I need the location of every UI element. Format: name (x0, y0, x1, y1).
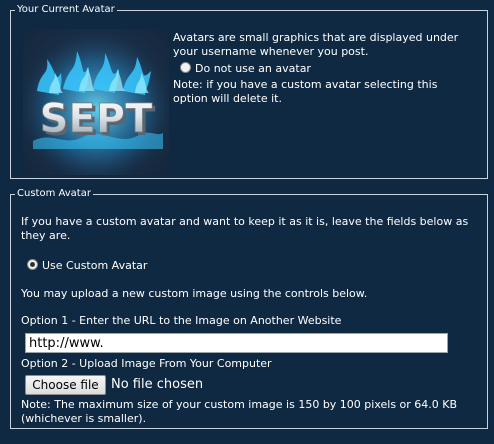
no-avatar-note: Note: if you have a custom avatar select… (173, 78, 438, 105)
option1-label: Option 1 - Enter the URL to the Image on… (21, 314, 342, 327)
no-avatar-option[interactable]: Do not use an avatar (180, 62, 311, 76)
current-avatar-legend: Your Current Avatar (17, 4, 115, 15)
no-avatar-radio[interactable] (180, 62, 191, 73)
custom-avatar-intro: If you have a custom avatar and want to … (21, 215, 469, 242)
custom-avatar-fieldset: Custom Avatar If you have a custom avata… (10, 188, 488, 429)
no-avatar-label: Do not use an avatar (195, 62, 311, 75)
use-custom-option[interactable]: Use Custom Avatar (27, 259, 147, 273)
current-avatar-image: SEPT SEPT (23, 29, 169, 175)
file-status-text: No file chosen (111, 377, 204, 392)
avatar-description: Avatars are small graphics that are disp… (173, 31, 459, 58)
avatar-url-input[interactable] (25, 333, 448, 353)
use-custom-label: Use Custom Avatar (42, 259, 148, 272)
use-custom-radio[interactable] (27, 259, 38, 270)
size-note: Note: The maximum size of your custom im… (21, 398, 458, 425)
avatar-text: SEPT (40, 96, 153, 142)
current-avatar-fieldset: Your Current Avatar SEPT SEPT Avatars ar… (10, 4, 488, 179)
upload-hint: You may upload a new custom image using … (21, 287, 368, 300)
custom-avatar-legend: Custom Avatar (17, 188, 91, 199)
choose-file-button[interactable]: Choose file (25, 375, 106, 395)
option2-label: Option 2 - Upload Image From Your Comput… (21, 357, 272, 370)
